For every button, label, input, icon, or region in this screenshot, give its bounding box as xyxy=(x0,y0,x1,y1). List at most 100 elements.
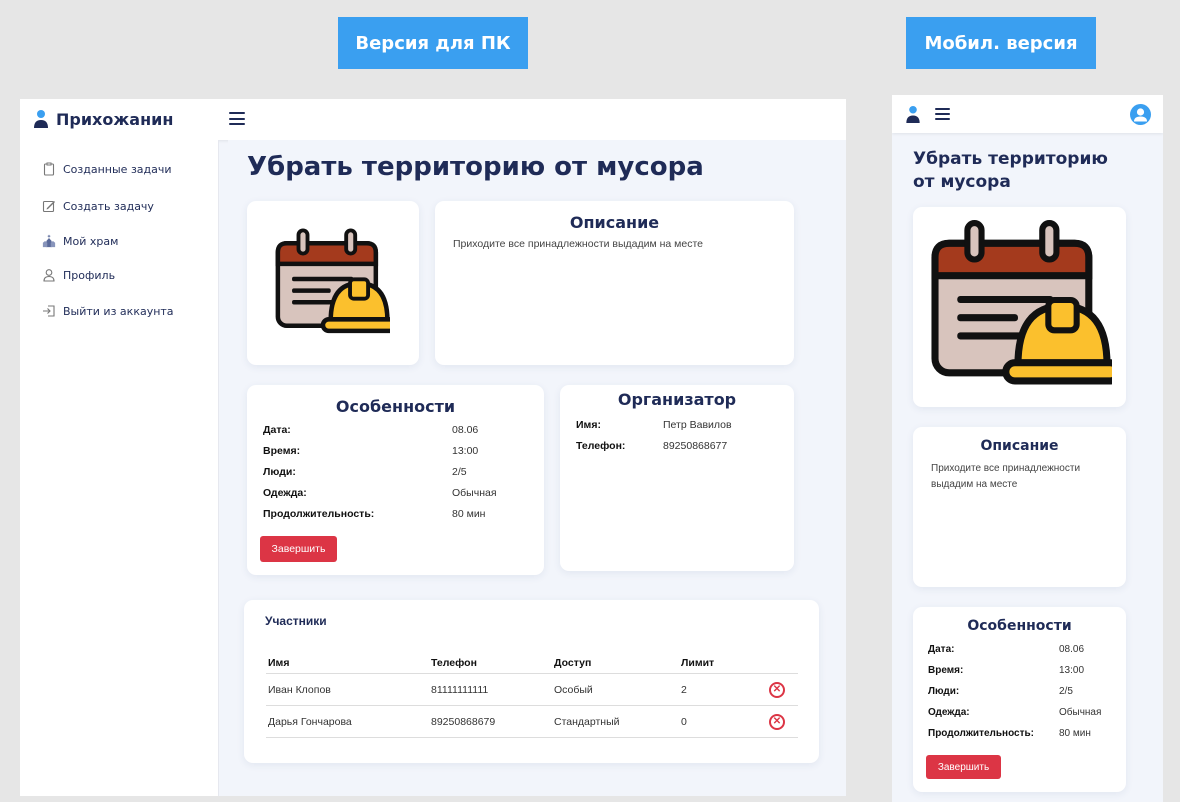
column-header: Доступ xyxy=(552,651,679,674)
feature-key: Дата: xyxy=(928,644,955,655)
feature-value: 2/5 xyxy=(452,466,467,478)
column-header: Лимит xyxy=(679,651,754,674)
remove-participant-icon[interactable]: ✕ xyxy=(769,681,785,698)
description-line: выдадим на месте xyxy=(931,479,1018,490)
feature-key: Продолжительность: xyxy=(263,508,375,520)
clipboard-icon xyxy=(43,162,55,176)
church-icon xyxy=(42,234,56,248)
column-header: Имя xyxy=(266,651,429,674)
feature-value: 13:00 xyxy=(452,445,479,457)
table-row: Иван Клопов 81111111111 Особый 2 ✕ xyxy=(266,673,798,706)
mobile-version-label: Мобил. версия xyxy=(906,17,1096,69)
user-logo-icon[interactable] xyxy=(906,105,920,124)
calendar-hardhat-icon xyxy=(931,220,1112,385)
brand[interactable]: Прихожанин xyxy=(34,109,173,129)
calendar-hardhat-icon xyxy=(275,228,390,334)
feature-key: Люди: xyxy=(263,466,296,478)
sidebar-item-label: Выйти из аккаунта xyxy=(63,304,174,318)
description-line: Приходите все принадлежности xyxy=(931,463,1081,474)
description-text: Приходите все принадлежности выдадим на … xyxy=(453,238,704,250)
mobile-top-navbar xyxy=(892,95,1163,133)
participant-access: Особый xyxy=(552,673,679,706)
participant-limit: 2 xyxy=(679,673,754,706)
finish-button[interactable]: Завершить xyxy=(260,536,337,562)
feature-value: Обычная xyxy=(1059,707,1102,718)
task-image-card xyxy=(247,201,419,365)
user-icon xyxy=(43,269,55,282)
description-card: Описание Приходите все принадлежности вы… xyxy=(435,201,794,365)
features-card: Особенности Дата: 08.06 Время: 13:00 Люд… xyxy=(247,385,544,575)
description-title: Описание xyxy=(569,213,660,232)
feature-value: 80 мин xyxy=(1059,728,1091,739)
participant-limit: 0 xyxy=(679,705,754,738)
sidebar-item-label: Мой храм xyxy=(63,234,119,248)
organizer-title: Организатор xyxy=(617,390,737,409)
top-navbar: Прихожанин xyxy=(20,99,846,140)
feature-key: Одежда: xyxy=(928,707,970,718)
remove-participant-icon[interactable]: ✕ xyxy=(769,713,785,730)
sidebar-item-create-task[interactable]: Создать задачу xyxy=(42,199,154,213)
description-text: Приходите все принадлежности выдадим на … xyxy=(931,461,1080,493)
features-list: Дата: 08.06 Время: 13:00 Люди: 2/5 Одежд… xyxy=(928,644,1118,749)
column-header: Телефон xyxy=(429,651,552,674)
feature-key: Время: xyxy=(263,445,301,457)
sidebar-item-created-tasks[interactable]: Созданные задачи xyxy=(42,162,172,176)
feature-key: Дата: xyxy=(263,424,291,436)
participants-table: Имя Телефон Доступ Лимит Иван Клопов 811… xyxy=(266,651,798,738)
logout-icon xyxy=(43,305,55,317)
feature-key: Продолжительность: xyxy=(928,728,1034,739)
organizer-value: 89250868677 xyxy=(663,440,728,452)
description-title: Описание xyxy=(980,438,1059,454)
feature-key: Люди: xyxy=(928,686,960,697)
sidebar-item-my-church[interactable]: Мой храм xyxy=(42,234,118,248)
desktop-frame: Прихожанин Созданные задачи Создать зада… xyxy=(20,99,846,796)
organizer-key: Имя: xyxy=(576,419,601,431)
mobile-features-card: Особенности Дата: 08.06 Время: 13:00 Люд… xyxy=(913,607,1126,792)
mobile-frame: Убрать территорию от мусора Описание При… xyxy=(892,95,1163,802)
page-title: Убрать территорию от мусора xyxy=(247,152,704,182)
menu-icon[interactable] xyxy=(229,112,245,125)
features-list: Дата: 08.06 Время: 13:00 Люди: 2/5 Одежд… xyxy=(263,424,533,534)
title-line: Убрать территорию xyxy=(913,149,1108,169)
organizer-value: Петр Вавилов xyxy=(663,419,732,431)
sidebar-item-logout[interactable]: Выйти из аккаунта xyxy=(42,304,174,318)
table-header-row: Имя Телефон Доступ Лимит xyxy=(266,651,798,674)
title-line: от мусора xyxy=(913,172,1011,192)
participant-phone: 81111111111 xyxy=(429,673,552,706)
avatar-icon[interactable] xyxy=(1130,104,1151,125)
participants-card: Участники Имя Телефон Доступ Лимит Иван … xyxy=(244,600,819,763)
feature-key: Время: xyxy=(928,665,964,676)
features-title: Особенности xyxy=(967,618,1072,634)
organizer-list: Имя: Петр Вавилов Телефон: 89250868677 xyxy=(576,419,786,459)
finish-button[interactable]: Завершить xyxy=(926,755,1001,779)
desktop-version-label: Версия для ПК xyxy=(338,17,528,69)
feature-value: 80 мин xyxy=(452,508,486,520)
user-logo-icon xyxy=(34,110,48,128)
mobile-page-title: Убрать территорию от мусора xyxy=(913,148,1108,194)
participants-title: Участники xyxy=(265,614,327,628)
feature-value: 13:00 xyxy=(1059,665,1085,676)
feature-value: 2/5 xyxy=(1059,686,1073,697)
feature-value: 08.06 xyxy=(1059,644,1085,655)
menu-icon[interactable] xyxy=(935,108,950,120)
participant-access: Стандартный xyxy=(552,705,679,738)
participant-name: Дарья Гончарова xyxy=(266,705,429,738)
feature-value: 08.06 xyxy=(452,424,479,436)
organizer-card: Организатор Имя: Петр Вавилов Телефон: 8… xyxy=(560,385,794,571)
brand-name: Прихожанин xyxy=(56,109,174,129)
sidebar: Созданные задачи Создать задачу Мой храм… xyxy=(20,140,219,796)
sidebar-item-profile[interactable]: Профиль xyxy=(42,268,115,282)
table-row: Дарья Гончарова 89250868679 Стандартный … xyxy=(266,705,798,738)
sidebar-item-label: Профиль xyxy=(63,268,116,282)
sidebar-item-label: Создать задачу xyxy=(63,199,154,213)
participant-phone: 89250868679 xyxy=(429,705,552,738)
feature-key: Одежда: xyxy=(263,487,307,499)
organizer-key: Телефон: xyxy=(576,440,626,452)
column-header-actions xyxy=(754,651,798,674)
main-content: Убрать территорию от мусора Описание При… xyxy=(228,140,846,796)
sidebar-item-label: Созданные задачи xyxy=(63,162,172,176)
features-title: Особенности xyxy=(335,397,456,416)
mobile-task-image-card xyxy=(913,207,1126,407)
edit-icon xyxy=(42,200,55,213)
mobile-description-card: Описание Приходите все принадлежности вы… xyxy=(913,427,1126,587)
